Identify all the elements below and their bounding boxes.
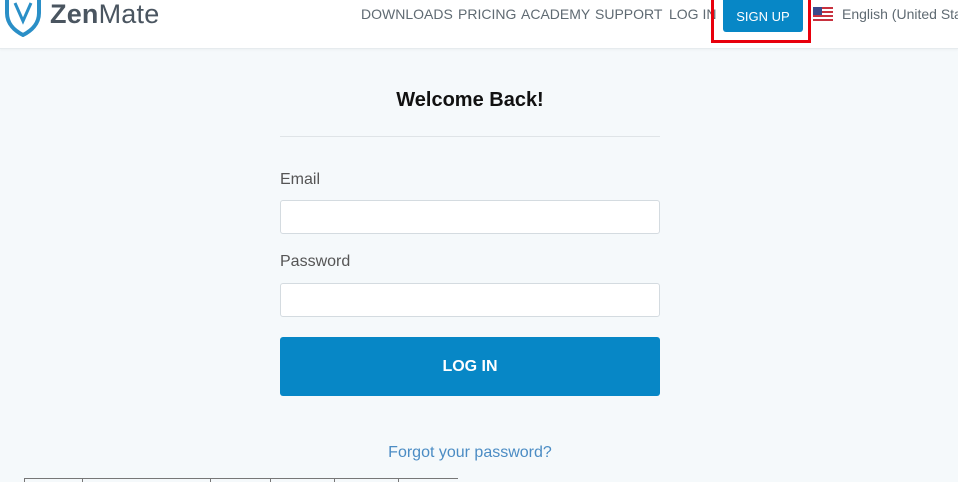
email-label: Email (280, 171, 321, 188)
password-field[interactable] (280, 283, 660, 317)
nav-login[interactable]: LOG IN (669, 6, 716, 22)
signup-button[interactable]: SIGN UP (723, 0, 803, 32)
shield-logo-icon (5, 0, 41, 37)
us-flag-icon (813, 7, 833, 21)
forgot-password-link[interactable]: Forgot your password? (280, 444, 660, 462)
nav-academy[interactable]: ACADEMY (521, 6, 590, 22)
nav-downloads[interactable]: DOWNLOADS (361, 6, 453, 22)
zenmate-logo[interactable]: ZenMate (4, 0, 160, 37)
email-field[interactable] (280, 200, 660, 234)
site-header: ZenMate DOWNLOADS PRICING ACADEMY SUPPOR… (0, 0, 958, 49)
password-label: Password (280, 253, 351, 270)
page-title: Welcome Back! (396, 89, 544, 111)
bottom-edge (0, 478, 958, 482)
nav-support[interactable]: SUPPORT (595, 6, 662, 22)
language-selector[interactable]: English (United States) (842, 6, 958, 22)
title-divider (280, 136, 660, 137)
nav-pricing[interactable]: PRICING (458, 6, 516, 22)
logo-text: ZenMate (50, 0, 160, 29)
login-button[interactable]: LOG IN (280, 337, 660, 396)
